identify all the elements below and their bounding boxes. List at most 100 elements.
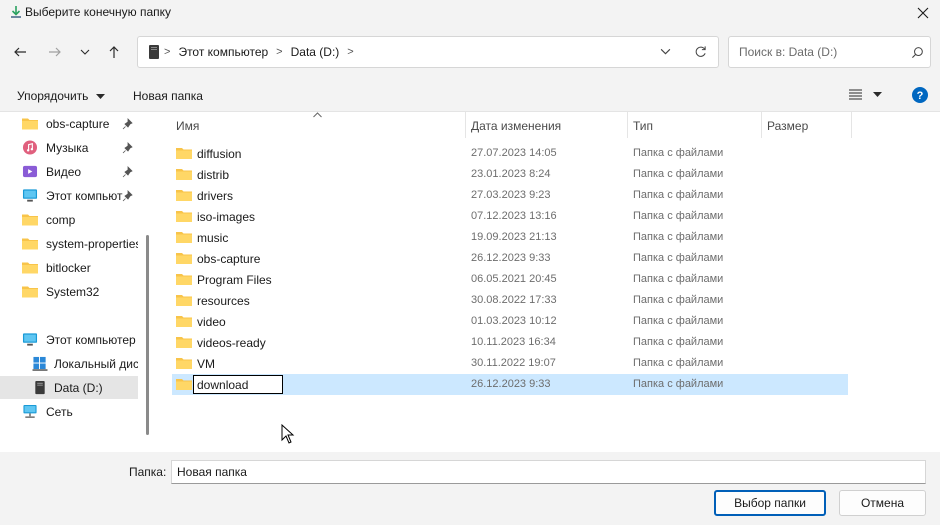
computer-icon <box>22 189 38 202</box>
download-icon <box>11 6 21 18</box>
rename-input[interactable]: download <box>193 375 283 394</box>
file-row-renaming[interactable]: download 26.12.2023 9:33 Папка с файлами <box>172 374 848 395</box>
address-bar[interactable]: > Этот компьютер > Data (D:) > <box>137 36 719 68</box>
file-row[interactable]: Program Files 06.05.2021 20:45 Папка с ф… <box>172 269 848 290</box>
sidebar-item-system32[interactable]: System32 <box>0 280 138 303</box>
sidebar-item-this-pc-pinned[interactable]: Этот компьют <box>0 184 138 207</box>
sidebar-item-data-d[interactable]: Data (D:) <box>0 376 138 399</box>
file-row[interactable]: videos-ready 10.11.2023 16:34 Папка с фа… <box>172 332 848 353</box>
file-type: Папка с файлами <box>633 294 724 306</box>
sidebar-item-bitlocker[interactable]: bitlocker <box>0 256 138 279</box>
drive-icon <box>35 380 45 395</box>
drive-icon <box>149 45 159 59</box>
column-type[interactable]: Тип <box>633 119 653 133</box>
folder-name-input[interactable]: Новая папка <box>171 460 926 484</box>
sidebar-item-this-pc[interactable]: Этот компьютер <box>0 328 138 351</box>
mouse-cursor-icon <box>281 424 295 444</box>
file-row[interactable]: distrib 23.01.2023 8:24 Папка с файлами <box>172 164 848 185</box>
folder-icon <box>22 238 38 250</box>
file-name: drivers <box>197 189 234 203</box>
file-name: Program Files <box>197 273 272 287</box>
file-name: music <box>197 231 229 245</box>
chevron-down-icon <box>80 49 90 55</box>
file-date: 07.12.2023 13:16 <box>471 210 557 222</box>
search-box[interactable]: Поиск в: Data (D:) <box>728 36 931 68</box>
caret-down-icon <box>873 92 883 97</box>
close-button[interactable] <box>910 2 936 24</box>
folder-icon <box>22 286 38 298</box>
file-date: 19.09.2023 21:13 <box>471 231 557 243</box>
column-divider[interactable] <box>465 112 466 138</box>
folder-icon <box>22 118 38 130</box>
sidebar-item-video[interactable]: Видео <box>0 160 138 183</box>
file-row[interactable]: obs-capture 26.12.2023 9:33 Папка с файл… <box>172 248 848 269</box>
file-row[interactable]: drivers 27.03.2023 9:23 Папка с файлами <box>172 185 848 206</box>
file-date: 27.07.2023 14:05 <box>471 147 557 159</box>
folder-icon <box>176 253 192 264</box>
sidebar-item-local-disk[interactable]: Локальный дис <box>0 352 138 375</box>
folder-icon <box>176 211 192 222</box>
column-divider[interactable] <box>851 112 852 138</box>
forward-button[interactable] <box>44 41 66 63</box>
file-name: resources <box>197 294 250 308</box>
file-name: diffusion <box>197 147 242 161</box>
refresh-button[interactable] <box>694 45 707 61</box>
file-type: Папка с файлами <box>633 378 724 390</box>
file-type: Папка с файлами <box>633 357 724 369</box>
column-size[interactable]: Размер <box>767 119 808 133</box>
file-row[interactable]: diffusion 27.07.2023 14:05 Папка с файла… <box>172 143 848 164</box>
select-folder-button[interactable]: Выбор папки <box>714 490 826 516</box>
file-date: 30.08.2022 17:33 <box>471 294 557 306</box>
close-icon <box>917 7 929 19</box>
view-options-button[interactable] <box>849 89 883 103</box>
recent-locations-button[interactable] <box>74 41 96 63</box>
back-button[interactable] <box>9 41 31 63</box>
navigation-scrollbar[interactable] <box>146 235 149 435</box>
file-row[interactable]: video 01.03.2023 10:12 Папка с файлами <box>172 311 848 332</box>
navigation-bar: > Этот компьютер > Data (D:) > Поиск в: … <box>0 26 940 78</box>
refresh-icon <box>695 46 706 57</box>
folder-icon <box>176 148 192 159</box>
cancel-button[interactable]: Отмена <box>839 490 926 516</box>
breadcrumb-separator-icon: > <box>276 46 283 58</box>
organize-label: Упорядочить <box>17 89 89 103</box>
address-history-button[interactable] <box>660 46 671 60</box>
folder-icon <box>176 190 192 201</box>
file-date: 23.01.2023 8:24 <box>471 168 551 180</box>
folder-icon <box>22 262 38 274</box>
column-divider[interactable] <box>627 112 628 138</box>
navigation-pane: obs-capture Музыка Видео Этот компьют co… <box>0 112 158 452</box>
new-folder-label: Новая папка <box>133 89 203 103</box>
column-name[interactable]: Имя <box>176 119 199 133</box>
column-divider[interactable] <box>761 112 762 138</box>
sidebar-item-system-properties[interactable]: system-properties <box>0 232 138 255</box>
column-date[interactable]: Дата изменения <box>471 119 561 133</box>
sort-ascending-icon <box>313 112 322 118</box>
sidebar-item-obs-capture[interactable]: obs-capture <box>0 112 138 135</box>
file-row[interactable]: resources 30.08.2022 17:33 Папка с файла… <box>172 290 848 311</box>
folder-icon <box>176 169 192 180</box>
list-view-icon <box>849 89 862 100</box>
folder-icon <box>176 379 192 390</box>
file-type: Папка с файлами <box>633 147 724 159</box>
help-button[interactable]: ? <box>912 87 928 106</box>
sidebar-item-comp[interactable]: comp <box>0 208 138 231</box>
organize-button[interactable]: Упорядочить <box>17 89 105 103</box>
arrow-up-icon <box>109 46 119 58</box>
up-button[interactable] <box>103 41 125 63</box>
file-row[interactable]: VM 30.11.2022 19:07 Папка с файлами <box>172 353 848 374</box>
computer-icon <box>22 333 38 346</box>
file-row[interactable]: music 19.09.2023 21:13 Папка с файлами <box>172 227 848 248</box>
file-name: video <box>197 315 226 329</box>
file-name: obs-capture <box>197 252 261 266</box>
sidebar-item-music[interactable]: Музыка <box>0 136 138 159</box>
file-row[interactable]: iso-images 07.12.2023 13:16 Папка с файл… <box>172 206 848 227</box>
file-name: iso-images <box>197 210 256 224</box>
new-folder-button[interactable]: Новая папка <box>133 89 203 103</box>
sidebar-item-network[interactable]: Сеть <box>0 400 138 423</box>
folder-icon <box>176 274 192 285</box>
file-list: Имя Дата изменения Тип Размер diffusion … <box>158 112 940 452</box>
breadcrumb-this-pc[interactable]: Этот компьютер <box>174 45 272 59</box>
file-type: Папка с файлами <box>633 252 724 264</box>
breadcrumb-data-d[interactable]: Data (D:) <box>287 45 344 59</box>
